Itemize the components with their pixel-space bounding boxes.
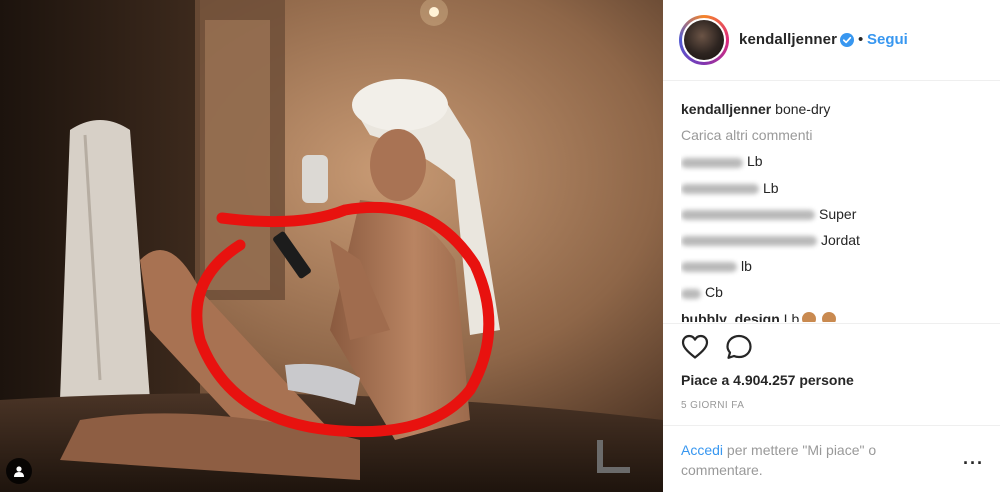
- separator-dot: •: [858, 31, 864, 48]
- comment-text: Lb: [763, 179, 779, 196]
- caption: kendalljenner bone-dry: [681, 96, 981, 122]
- comment-text: Lb: [747, 153, 763, 170]
- post-photo[interactable]: [0, 0, 663, 492]
- likes-count[interactable]: Piace a 4.904.257 persone: [681, 372, 854, 388]
- emoji-icon: [802, 311, 817, 322]
- divider: [663, 323, 1000, 324]
- comment-username[interactable]: bubbly_design: [681, 311, 780, 323]
- load-more-comments[interactable]: Carica altri commenti: [681, 122, 981, 148]
- login-prompt: Accedi per mettere "Mi piace" o commenta…: [681, 440, 921, 480]
- comment-bubble-icon[interactable]: [725, 334, 753, 360]
- blurred-username[interactable]: [681, 262, 737, 273]
- emoji-icon: [822, 311, 837, 322]
- user-tag-button[interactable]: [6, 458, 32, 484]
- blurred-username[interactable]: [681, 288, 701, 299]
- comment-item: lb: [681, 253, 981, 279]
- comment-text: Cb: [705, 284, 723, 301]
- caption-text: bone-dry: [775, 101, 831, 117]
- comments-list[interactable]: kendalljenner bone-dry Carica altri comm…: [681, 96, 981, 322]
- comment-item: Lb: [681, 175, 981, 201]
- comment-item: Lb: [681, 148, 981, 174]
- comment-text: lb: [741, 258, 752, 275]
- comment-item: Jordat: [681, 227, 981, 253]
- blurred-username[interactable]: [681, 210, 815, 221]
- verified-badge-icon: [840, 33, 854, 47]
- blurred-username[interactable]: [681, 157, 743, 168]
- post-sidebar: kendalljenner • Segui kendalljenner bone…: [663, 0, 1000, 492]
- comment-item: bubbly_design Lb: [681, 306, 981, 323]
- load-more-label[interactable]: Carica altri commenti: [681, 127, 812, 143]
- comment-text: Lb: [783, 310, 800, 323]
- blurred-username[interactable]: [681, 183, 759, 194]
- username-link[interactable]: kendalljenner: [739, 31, 837, 48]
- comment-text: Jordat: [821, 231, 860, 248]
- comment-item: Super: [681, 201, 981, 227]
- more-options-button[interactable]: ···: [963, 453, 984, 474]
- photo-scene: [0, 0, 663, 492]
- heart-outline-icon[interactable]: [681, 334, 709, 360]
- avatar[interactable]: [679, 15, 729, 65]
- comment-item: Cb: [681, 279, 981, 305]
- login-link[interactable]: Accedi: [681, 442, 723, 458]
- divider: [663, 425, 1000, 426]
- post-header: kendalljenner • Segui: [663, 0, 1000, 81]
- post-timestamp[interactable]: 5 GIORNI FA: [681, 400, 744, 411]
- blurred-username[interactable]: [681, 236, 817, 247]
- user-tag-icon: [14, 466, 24, 477]
- follow-button[interactable]: Segui: [867, 31, 908, 48]
- caption-username[interactable]: kendalljenner: [681, 101, 771, 117]
- comment-text: Super: [819, 205, 857, 222]
